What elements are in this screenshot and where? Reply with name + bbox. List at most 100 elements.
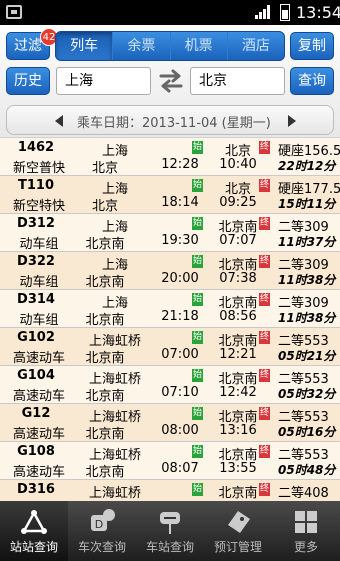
train-row[interactable]: G12 高速动车 上海虹桥 北京南 北京南 08:00 13:16 二等553 05时16分始终 [0, 404, 340, 442]
travel-duration: 11时37分 [278, 235, 336, 249]
swap-icon[interactable] [157, 69, 185, 93]
departure-time: 08:00 [161, 423, 199, 438]
train-number: D316 [17, 482, 55, 497]
ticket-tag-icon [228, 511, 250, 533]
train-number: D314 [17, 292, 55, 307]
nav-more[interactable]: 更多 [272, 501, 340, 561]
departure-time: 20:00 [161, 271, 199, 286]
query-button[interactable]: 查询 [290, 67, 334, 95]
train-row[interactable]: D312 动车组 上海 北京南 北京南 19:30 07:07 二等309 11时37分始终 [0, 214, 340, 252]
travel-duration: 05时21分 [278, 349, 336, 363]
travel-duration: 05时16分 [278, 425, 336, 439]
terminus-tag: 终 [259, 179, 270, 192]
terminus-tag: 终 [259, 255, 270, 268]
history-button[interactable]: 历史 [6, 67, 50, 95]
travel-duration: 11时38分 [278, 311, 336, 325]
terminal-station: 北京南 [85, 275, 125, 290]
train-row[interactable]: D322 动车组 上海 北京南 北京南 20:00 07:38 二等309 11时38分始终 [0, 252, 340, 290]
previous-day-icon[interactable] [55, 115, 63, 127]
terminal-station: 北京南 [85, 389, 125, 404]
origin-tag: 始 [192, 255, 203, 268]
origin-tag: 始 [192, 445, 203, 458]
nav-label: 车次查询 [77, 540, 126, 554]
train-row[interactable]: T110 新空特快 上海 北京 北京 18:14 09:25 硬座177.5 15时11分始终 [0, 176, 340, 214]
tab-hotels[interactable]: 酒店 [226, 32, 284, 60]
travel-duration: 05时32分 [278, 387, 336, 401]
origin-tag: 始 [192, 483, 203, 496]
departure-time: 08:07 [161, 461, 199, 476]
notification-icon [6, 5, 22, 19]
to-city-input[interactable]: 北京 [190, 67, 285, 95]
origin-tag: 始 [192, 369, 203, 382]
train-row[interactable]: G104 高速动车 上海虹桥 北京南 北京南 07:10 12:42 二等553 05时32分始… [0, 366, 340, 404]
terminus-tag: 终 [259, 331, 270, 344]
train-number: G108 [17, 444, 55, 459]
terminus-tag: 终 [259, 217, 270, 230]
next-day-icon[interactable] [288, 115, 296, 127]
origin-station: 上海虹桥 [88, 486, 141, 501]
departure-time: 07:10 [161, 385, 199, 400]
origin-tag: 始 [192, 407, 203, 420]
tab-trains[interactable]: 列车 [56, 32, 113, 60]
terminal-station: 北京南 [85, 237, 125, 252]
nav-station[interactable]: 车站查询 [136, 501, 204, 561]
arrival-time: 13:55 [219, 461, 257, 476]
origin-tag: 始 [192, 179, 203, 192]
train-list: 1462 新空普快 上海 北京 北京 12:28 10:40 硬座156.5 22时12分始终 T… [0, 138, 340, 501]
arrival-time: 12:42 [219, 385, 257, 400]
nav-train-number[interactable]: D 车次查询 [68, 501, 136, 561]
nav-label: 车站查询 [145, 540, 194, 554]
arrival-time: 10:40 [219, 157, 257, 172]
terminal-station: 北京 [91, 161, 118, 176]
train-row[interactable]: D316 上海虹桥 北京南 二等408 始终 [0, 480, 340, 501]
train-number: T110 [17, 178, 54, 193]
train-number: G12 [21, 406, 51, 421]
filter-button-label: 过滤 [14, 38, 42, 54]
arrival-time: 12:21 [219, 347, 257, 362]
train-number: D322 [17, 254, 55, 269]
terminus-tag: 终 [259, 445, 270, 458]
signal-icon [255, 5, 271, 19]
tab-remaining-tickets[interactable]: 余票 [112, 32, 169, 60]
travel-date[interactable]: 乘车日期：2013-11-04 (星期一) [77, 112, 271, 131]
battery-icon [280, 4, 290, 21]
terminal-station: 北京南 [85, 465, 125, 480]
origin-tag: 始 [192, 217, 203, 230]
nav-booking-management[interactable]: 预订管理 [204, 501, 272, 561]
departure-time: 12:28 [161, 157, 199, 172]
travel-duration: 15时11分 [278, 197, 336, 211]
departure-time: 07:00 [161, 347, 199, 362]
station-icon [160, 512, 180, 534]
tab-flights[interactable]: 机票 [169, 32, 227, 60]
category-tabs: 列车 余票 机票 酒店 [55, 31, 285, 61]
arrival-time: 13:16 [219, 423, 257, 438]
terminal-station: 北京 [91, 199, 118, 214]
train-row[interactable]: G108 高速动车 上海虹桥 北京南 北京南 08:07 13:55 二等553 05时48分始… [0, 442, 340, 480]
origin-tag: 始 [192, 331, 203, 344]
nav-label: 站站查询 [9, 540, 58, 554]
filter-button[interactable]: 过滤 42 [6, 28, 58, 60]
nav-station-to-station[interactable]: 站站查询 [0, 501, 68, 561]
travel-duration: 05时48分 [278, 463, 336, 477]
travel-duration: 22时12分 [278, 159, 336, 173]
origin-tag: 始 [192, 141, 203, 154]
terminus-tag: 终 [259, 141, 270, 154]
arrival-time: 08:56 [219, 309, 257, 324]
svg-text:D: D [95, 518, 103, 531]
departure-time: 21:18 [161, 309, 199, 324]
from-city-input[interactable]: 上海 [56, 67, 151, 95]
status-bar: 13:54 [0, 0, 340, 25]
copy-button[interactable]: 复制 [290, 32, 334, 60]
train-row[interactable]: G102 高速动车 上海虹桥 北京南 北京南 07:00 12:21 二等553 05时21分始… [0, 328, 340, 366]
train-number: G102 [17, 330, 55, 345]
train-row[interactable]: D314 动车组 上海 北京南 北京南 21:18 08:56 二等309 11时38分始终 [0, 290, 340, 328]
terminus-tag: 终 [259, 407, 270, 420]
app: 过滤 42 列车 余票 机票 酒店 复制 历史 上海 北京 查询 乘车日期：20… [0, 25, 340, 561]
train-row[interactable]: 1462 新空普快 上海 北京 北京 12:28 10:40 硬座156.5 22时12分始终 [0, 138, 340, 176]
date-selector: 乘车日期：2013-11-04 (星期一) [6, 105, 334, 135]
search-header: 过滤 42 列车 余票 机票 酒店 复制 历史 上海 北京 查询 乘车日期：20… [0, 25, 340, 138]
terminal-station: 北京南 [85, 313, 125, 328]
terminal-station: 北京南 [85, 351, 125, 366]
bottom-nav: 站站查询 D 车次查询 车站查询 预订管理 更多 [0, 501, 340, 561]
arrival-time: 07:07 [219, 233, 257, 248]
